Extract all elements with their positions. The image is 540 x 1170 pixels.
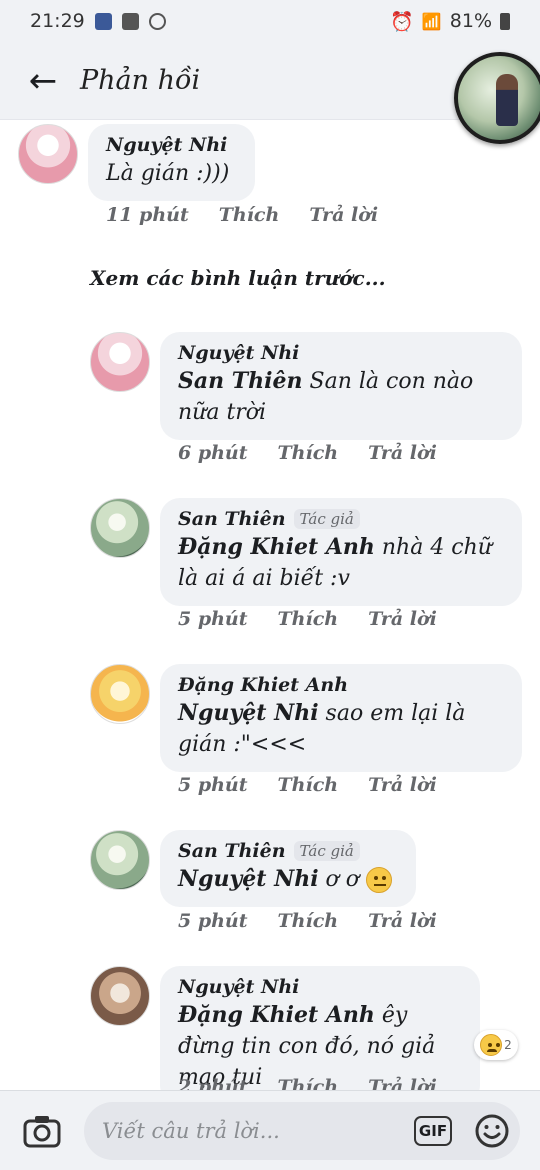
reaction-badge[interactable]: 2 bbox=[474, 1030, 518, 1060]
like-button[interactable]: Thích bbox=[278, 608, 339, 630]
messenger-icon bbox=[148, 12, 166, 30]
reply-button[interactable]: Trả lời bbox=[368, 774, 437, 796]
back-arrow-icon[interactable]: ← bbox=[18, 56, 68, 106]
reply-button[interactable]: Trả lời bbox=[368, 608, 437, 630]
shield-icon bbox=[94, 12, 112, 30]
chat-head-avatar[interactable] bbox=[454, 52, 540, 144]
page-title: Phản hồi bbox=[80, 65, 201, 96]
check-icon bbox=[121, 12, 139, 30]
reply-comment: San Thiên Tác giả Đặng Khiet Anh nhà 4 c… bbox=[90, 498, 522, 606]
reaction-count: 2 bbox=[504, 1038, 512, 1052]
like-button[interactable]: Thích bbox=[219, 204, 280, 226]
alarm-icon: ⏰ bbox=[390, 10, 414, 33]
neutral-face-emoji-icon bbox=[366, 867, 393, 893]
reply-comment: Nguyệt Nhi San Thiên San là con nào nữa … bbox=[90, 332, 522, 440]
comment-text: Là gián :))) bbox=[106, 161, 230, 186]
comment-actions: 11 phút Thích Trả lời bbox=[106, 204, 378, 226]
avatar[interactable] bbox=[90, 830, 150, 890]
comment-bubble[interactable]: San Thiên Tác giả Đặng Khiet Anh nhà 4 c… bbox=[160, 498, 522, 606]
comment-text: Đặng Khiet Anh nhà 4 chữ là ai á ai biết… bbox=[178, 532, 504, 594]
wifi-icon: 📶 bbox=[421, 11, 442, 31]
comment-author[interactable]: Nguyệt Nhi bbox=[178, 342, 299, 364]
comment-bubble[interactable]: San Thiên Tác giả Nguyệt Nhi ơ ơ bbox=[160, 830, 417, 907]
avatar[interactable] bbox=[90, 332, 150, 392]
comment-actions: 6 phút Thích Trả lời bbox=[178, 442, 437, 464]
avatar[interactable] bbox=[90, 664, 150, 724]
like-button[interactable]: Thích bbox=[278, 442, 339, 464]
comment-actions: 5 phút Thích Trả lời bbox=[178, 910, 437, 932]
comment-time: 6 phút bbox=[178, 442, 248, 464]
avatar[interactable] bbox=[18, 124, 78, 184]
comment-author[interactable]: San Thiên bbox=[178, 508, 286, 530]
reply-comment: Đặng Khiet Anh Nguyệt Nhi sao em lại là … bbox=[90, 664, 522, 772]
status-bar: 21:29 ⏰ 📶 81% bbox=[0, 0, 540, 42]
comment-text: Nguyệt Nhi sao em lại là gián :"<<< bbox=[178, 698, 504, 760]
sad-face-emoji-icon bbox=[480, 1034, 503, 1056]
comment-body: ơ ơ bbox=[318, 867, 360, 892]
comment-author[interactable]: Nguyệt Nhi bbox=[106, 134, 227, 156]
comment-actions: 5 phút Thích Trả lời bbox=[178, 608, 437, 630]
reply-input[interactable] bbox=[102, 1118, 408, 1143]
mention-link[interactable]: San Thiên bbox=[178, 368, 303, 394]
like-button[interactable]: Thích bbox=[278, 910, 339, 932]
battery-icon bbox=[500, 12, 510, 30]
comment-bubble[interactable]: Nguyệt Nhi Là gián :))) bbox=[88, 124, 256, 201]
comment-bubble[interactable]: Đặng Khiet Anh Nguyệt Nhi sao em lại là … bbox=[160, 664, 522, 772]
emoji-picker-icon[interactable] bbox=[474, 1113, 510, 1149]
like-button[interactable]: Thích bbox=[278, 774, 339, 796]
comment-time: 5 phút bbox=[178, 910, 248, 932]
author-badge: Tác giả bbox=[293, 841, 360, 861]
gif-button[interactable]: GIF bbox=[414, 1115, 452, 1146]
mention-link[interactable]: Đặng Khiet Anh bbox=[178, 1002, 375, 1028]
avatar[interactable] bbox=[90, 498, 150, 558]
reply-button[interactable]: Trả lời bbox=[368, 442, 437, 464]
camera-icon[interactable] bbox=[12, 1101, 72, 1161]
chat-head-figure bbox=[496, 74, 518, 126]
comment-time: 5 phút bbox=[178, 608, 248, 630]
reply-input-container: GIF bbox=[84, 1101, 520, 1160]
comment-bubble[interactable]: Nguyệt Nhi Đặng Khiet Anh êy đừng tin co… bbox=[160, 966, 480, 1090]
reply-button[interactable]: Trả lời bbox=[368, 910, 437, 932]
reply-composer: GIF bbox=[0, 1090, 540, 1170]
comment-time: 2 phút bbox=[178, 1076, 248, 1090]
comment-time: 5 phút bbox=[178, 774, 248, 796]
comment-author[interactable]: San Thiên bbox=[178, 840, 286, 862]
comment-text: Nguyệt Nhi ơ ơ bbox=[178, 864, 393, 895]
mention-link[interactable]: Đặng Khiet Anh bbox=[178, 534, 375, 560]
battery-text: 81% bbox=[449, 10, 492, 32]
mention-link[interactable]: Nguyệt Nhi bbox=[178, 700, 319, 726]
reply-comment: Nguyệt Nhi Đặng Khiet Anh êy đừng tin co… bbox=[90, 966, 480, 1090]
comment-text: San Thiên San là con nào nữa trời bbox=[178, 366, 504, 428]
comment-author[interactable]: Nguyệt Nhi bbox=[178, 976, 299, 998]
parent-comment: Nguyệt Nhi Là gián :))) bbox=[18, 124, 256, 201]
mention-link[interactable]: Nguyệt Nhi bbox=[178, 866, 319, 892]
comment-actions: 2 phút Thích Trả lời bbox=[178, 1076, 437, 1090]
like-button[interactable]: Thích bbox=[278, 1076, 339, 1090]
comment-bubble[interactable]: Nguyệt Nhi San Thiên San là con nào nữa … bbox=[160, 332, 522, 440]
reply-button[interactable]: Trả lời bbox=[309, 204, 378, 226]
comment-actions: 5 phút Thích Trả lời bbox=[178, 774, 437, 796]
status-time: 21:29 bbox=[30, 10, 85, 32]
reply-button[interactable]: Trả lời bbox=[368, 1076, 437, 1090]
comment-time: 11 phút bbox=[106, 204, 189, 226]
see-previous-comments-link[interactable]: Xem các bình luận trước... bbox=[90, 266, 386, 290]
replies-thread[interactable]: Nguyệt Nhi Là gián :))) 11 phút Thích Tr… bbox=[0, 120, 540, 1090]
reply-comment: San Thiên Tác giả Nguyệt Nhi ơ ơ bbox=[90, 830, 417, 907]
avatar[interactable] bbox=[90, 966, 150, 1026]
author-badge: Tác giả bbox=[293, 509, 360, 529]
comment-author[interactable]: Đặng Khiet Anh bbox=[178, 674, 348, 696]
